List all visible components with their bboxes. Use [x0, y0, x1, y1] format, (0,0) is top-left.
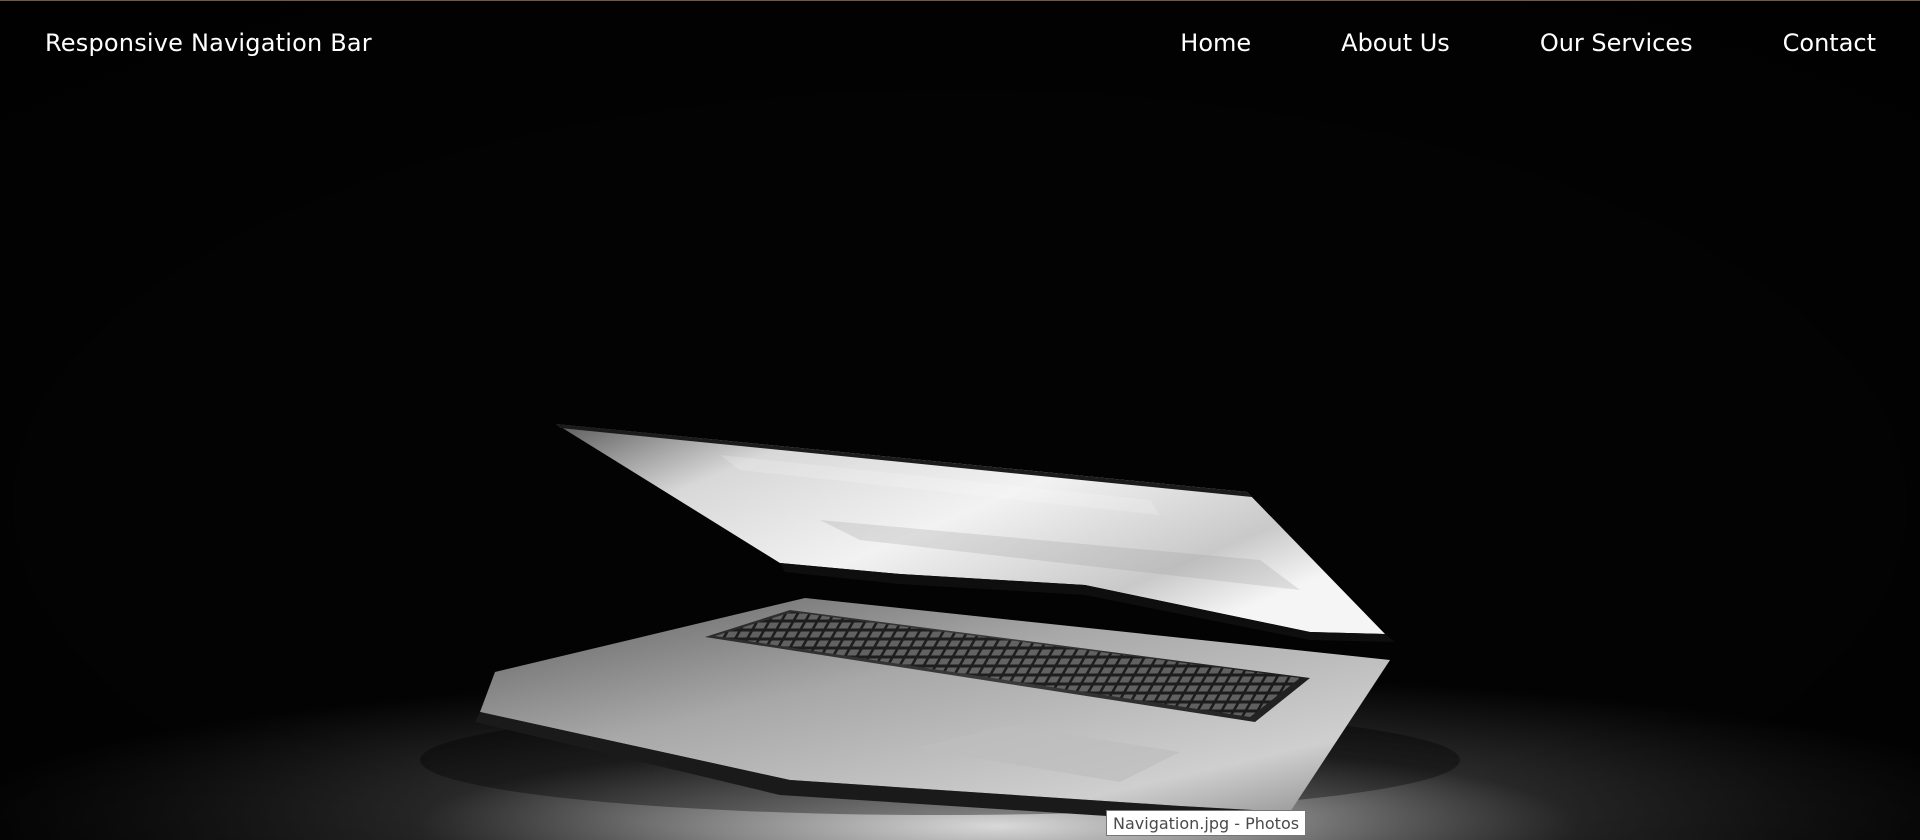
- nav-link-home[interactable]: Home: [1180, 31, 1251, 55]
- nav-links: Home About Us Our Services Contact: [1180, 31, 1876, 55]
- hero-background-image: [0, 0, 1920, 840]
- laptop-photo: [0, 0, 1920, 840]
- nav-link-about-us[interactable]: About Us: [1341, 31, 1450, 55]
- window-top-border: [0, 0, 1920, 1]
- nav-link-our-services[interactable]: Our Services: [1540, 31, 1693, 55]
- navigation-bar: Responsive Navigation Bar Home About Us …: [0, 0, 1920, 96]
- nav-link-contact[interactable]: Contact: [1783, 31, 1876, 55]
- window-title-tooltip: Navigation.jpg - Photos: [1106, 810, 1307, 836]
- brand-logo-text[interactable]: Responsive Navigation Bar: [45, 31, 372, 55]
- app-window: Responsive Navigation Bar Home About Us …: [0, 0, 1920, 840]
